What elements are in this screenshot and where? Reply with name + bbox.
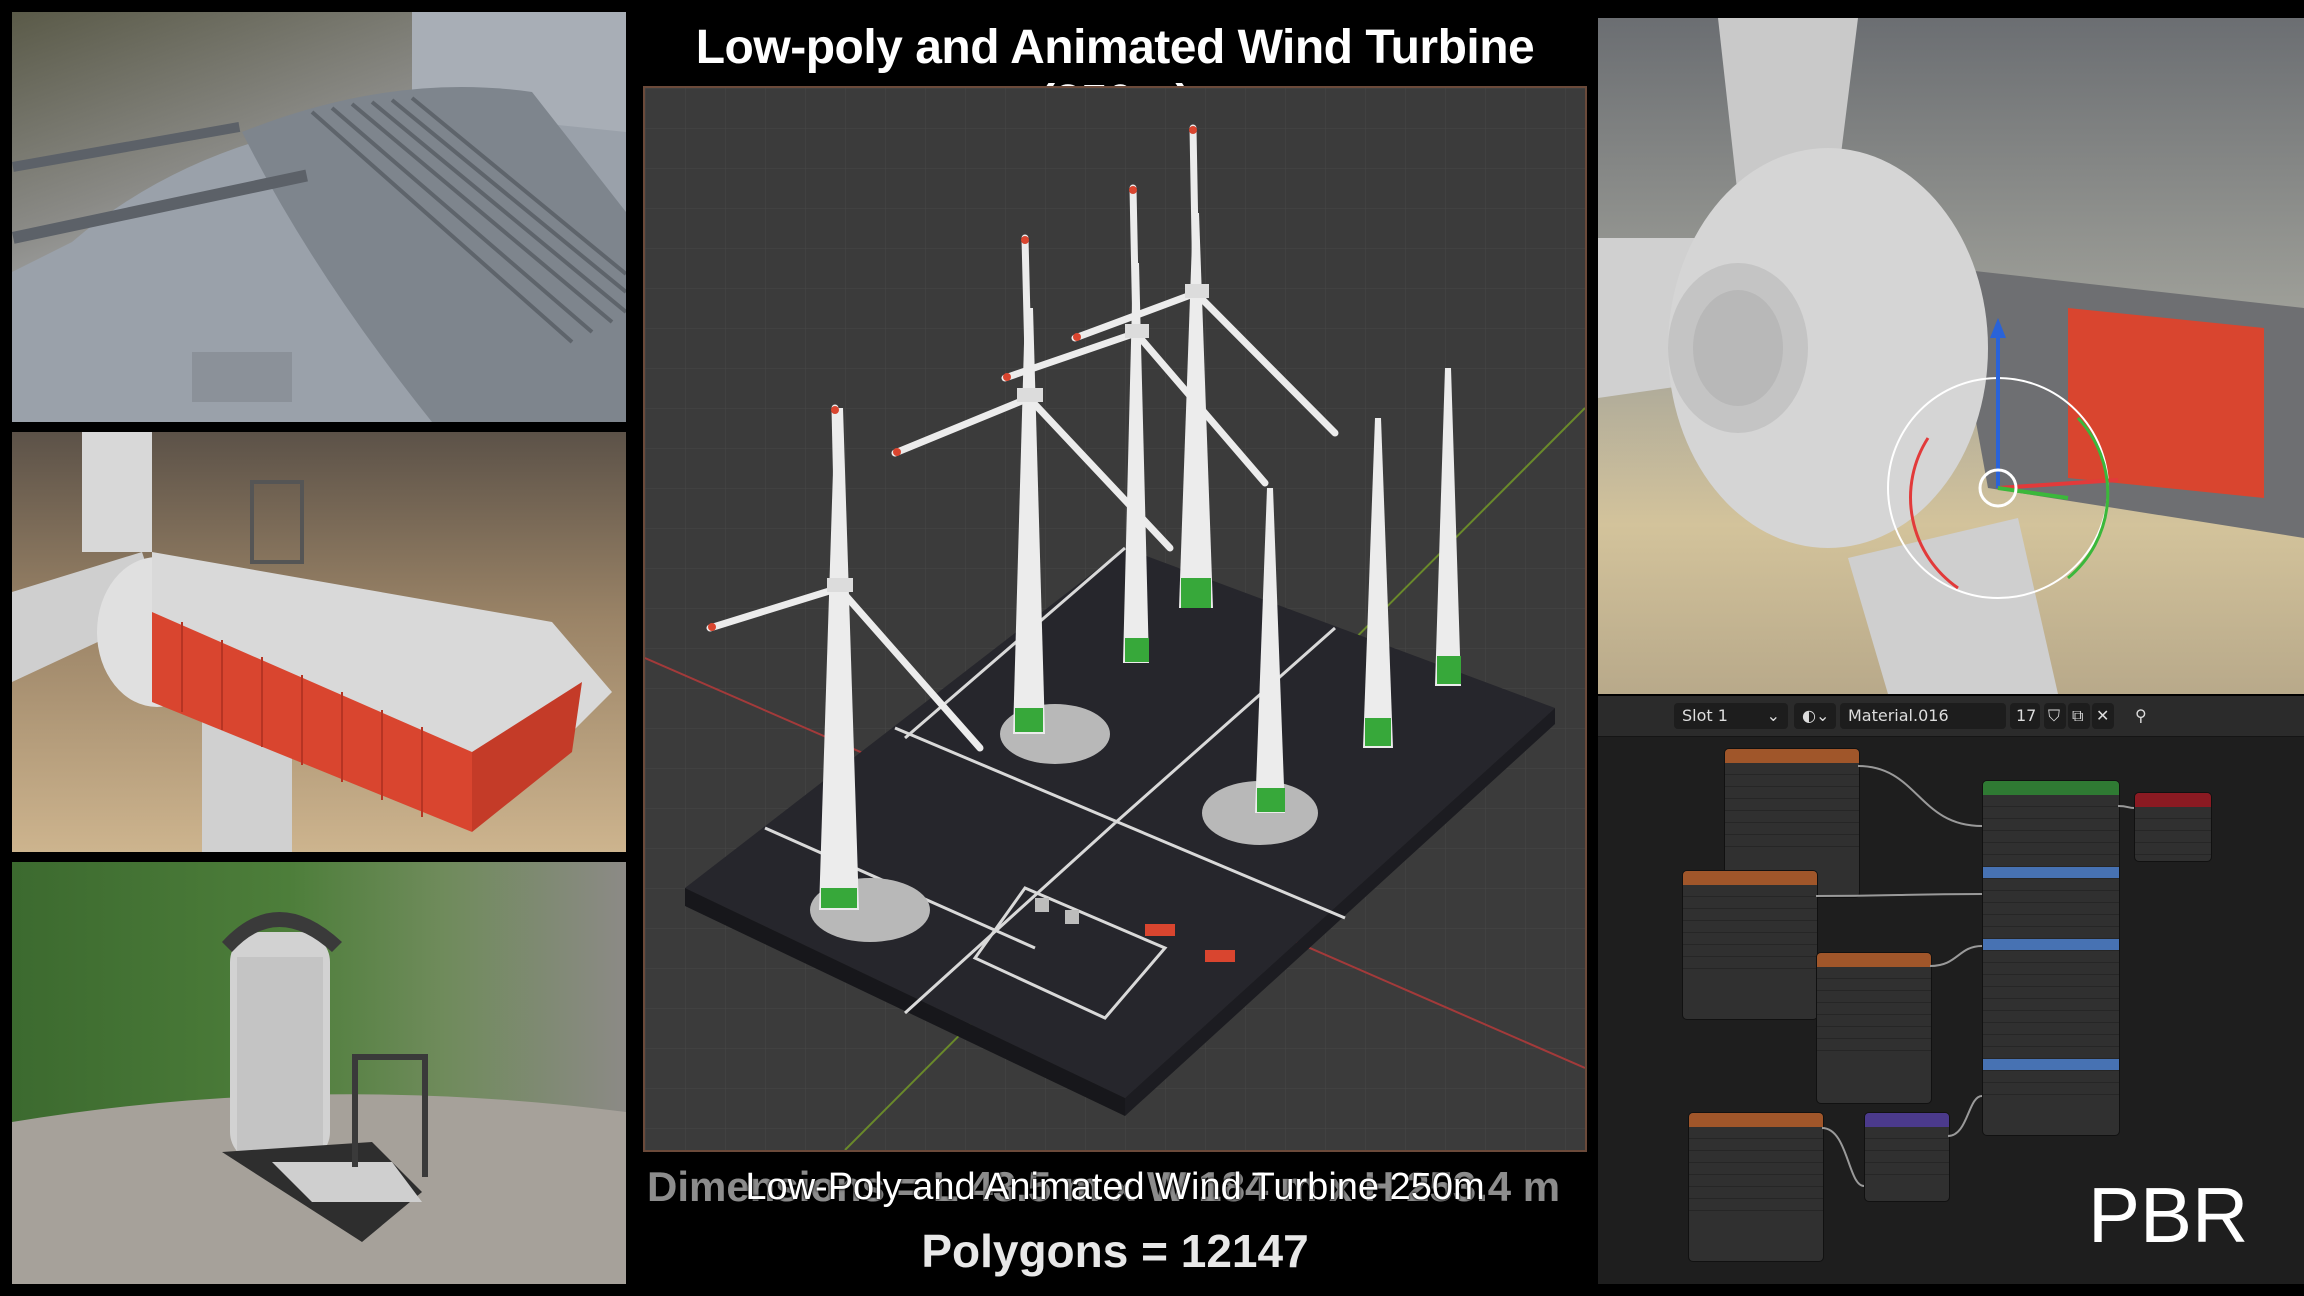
tower-door-render	[12, 912, 626, 1284]
closeup-nacelle-top	[12, 12, 626, 422]
copy-icon[interactable]: ⧉	[2068, 703, 2090, 729]
nacelle-closeup-render	[12, 12, 626, 422]
hub-render	[1598, 18, 2304, 694]
closeup-hub-gizmo	[1598, 18, 2304, 694]
material-header-bar: Slot 1 ⌄ ◐⌄ Material.016 17 ⛉ ⧉ ✕ ⚲	[1598, 696, 2304, 737]
close-icon[interactable]: ✕	[2092, 703, 2114, 729]
slot-label: Slot 1	[1682, 706, 1728, 725]
user-count-label: 17	[2016, 706, 2037, 725]
nacelle-side-render	[12, 432, 612, 852]
image-texture-node[interactable]	[1816, 952, 1932, 1104]
material-user-count: 17	[2010, 703, 2040, 729]
overlay-title: Low-Poly and Animated Wind Turbine 250m	[745, 1166, 1485, 1208]
shield-icon[interactable]: ⛉	[2044, 703, 2066, 729]
pin-icon[interactable]: ⚲	[2130, 703, 2154, 729]
material-browse-button[interactable]: ◐⌄	[1794, 703, 1836, 729]
normal-map-node[interactable]	[1864, 1112, 1950, 1202]
slot-dropdown[interactable]: Slot 1 ⌄	[1674, 703, 1788, 729]
material-name-field[interactable]: Material.016	[1840, 703, 2006, 729]
pbr-label: PBR	[2088, 1171, 2249, 1259]
image-texture-node[interactable]	[1682, 870, 1818, 1020]
material-name: Material.016	[1848, 706, 1949, 725]
blender-viewport[interactable]: blender	[643, 86, 1587, 1152]
principled-bsdf-node[interactable]	[1982, 780, 2120, 1136]
polygons-count: Polygons = 12147	[921, 1225, 1309, 1277]
closeup-nacelle-side	[12, 432, 626, 852]
closeup-tower-door	[12, 862, 626, 1284]
image-texture-node[interactable]	[1688, 1112, 1824, 1262]
wind-farm-scene	[645, 88, 1585, 1150]
material-output-node[interactable]	[2134, 792, 2212, 862]
chevron-down-icon: ⌄	[1766, 706, 1780, 725]
